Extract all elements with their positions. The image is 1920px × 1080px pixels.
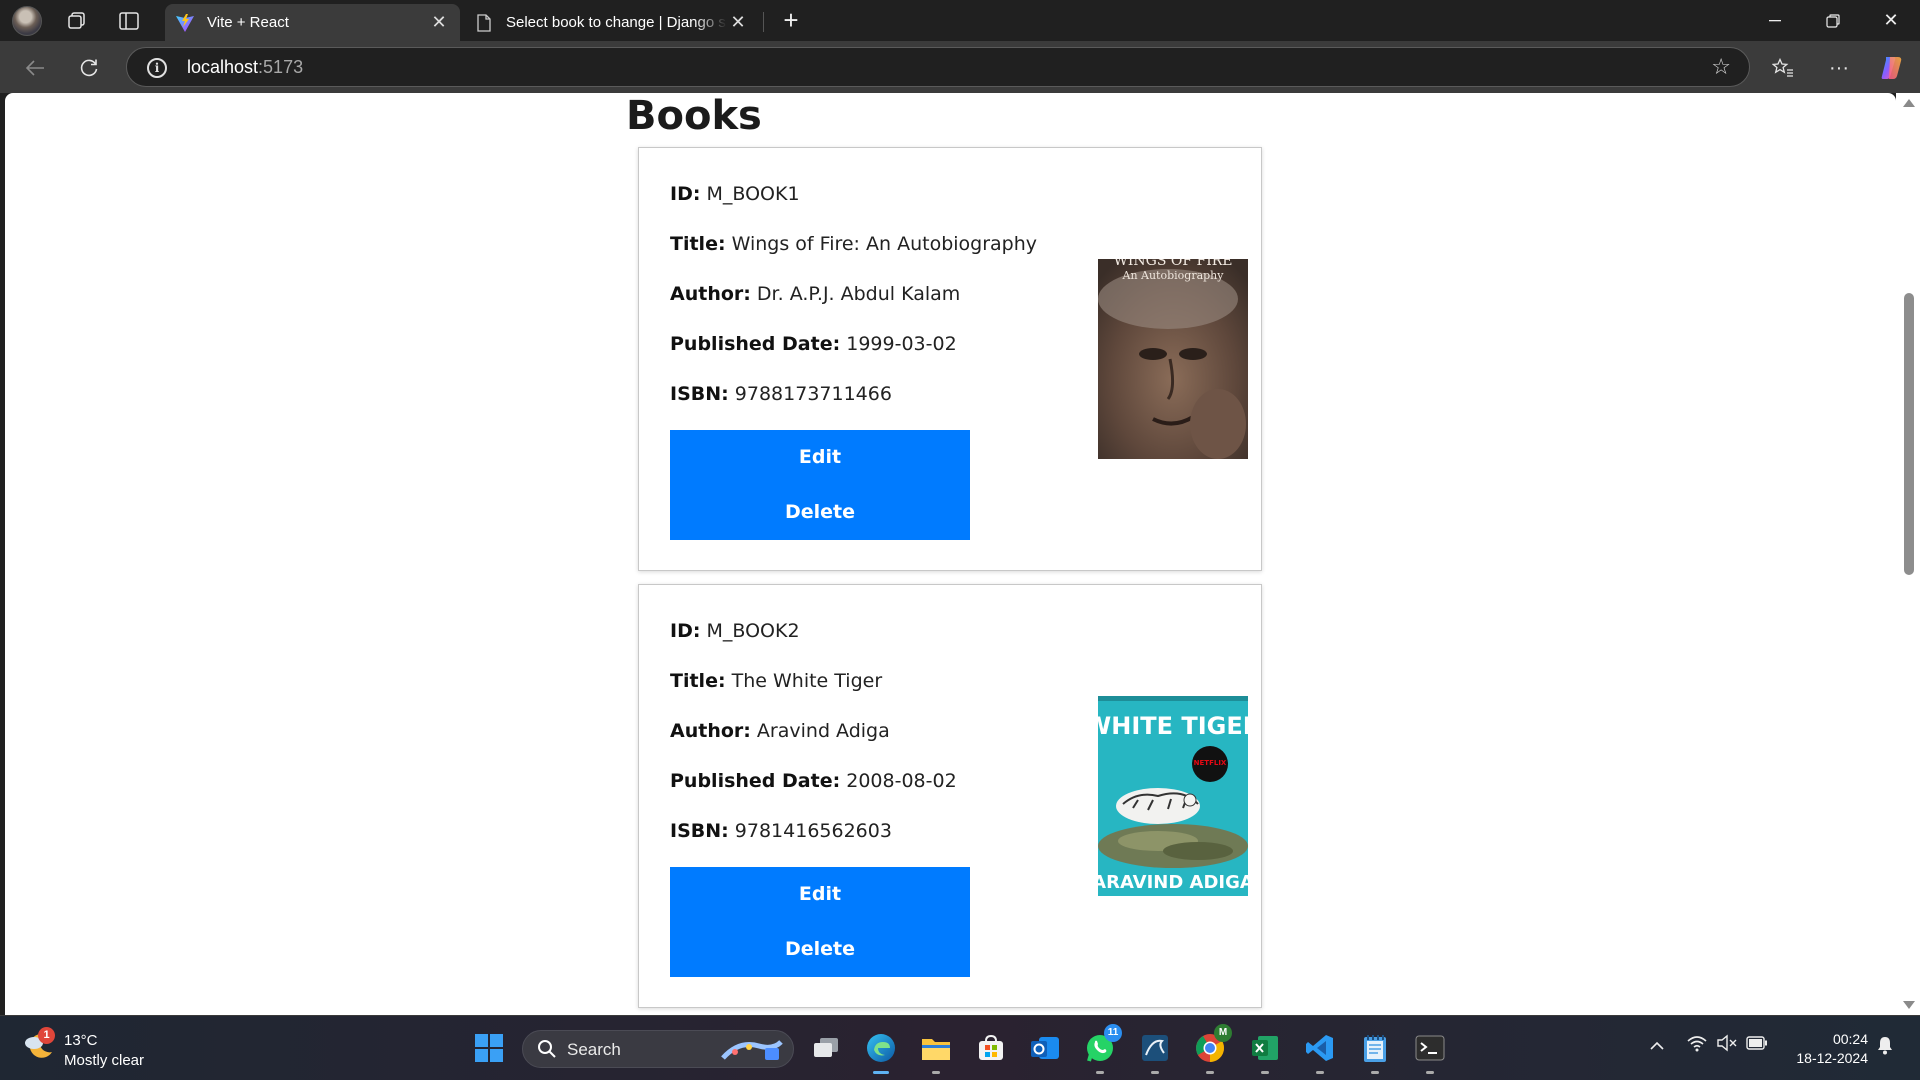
favorite-star-icon[interactable]: ☆ bbox=[1711, 54, 1731, 80]
clock-date: 18-12-2024 bbox=[1796, 1050, 1868, 1066]
microsoft-store-icon[interactable] bbox=[971, 1028, 1011, 1068]
workspaces-icon[interactable] bbox=[61, 6, 93, 36]
minimize-button[interactable] bbox=[1746, 0, 1804, 41]
chrome-profile-badge: M bbox=[1214, 1024, 1232, 1042]
close-tab-icon[interactable]: ✕ bbox=[727, 12, 749, 33]
url-text: localhost:5173 bbox=[187, 57, 304, 77]
whatsapp-icon[interactable]: 11 bbox=[1080, 1024, 1122, 1074]
book-title: Title: The White Tiger bbox=[670, 670, 883, 692]
book-isbn: ISBN: 9788173711466 bbox=[670, 383, 892, 405]
address-bar[interactable]: i localhost:5173 ☆ bbox=[126, 47, 1750, 87]
tab-label: Vite + React bbox=[207, 14, 289, 31]
page-title: Books bbox=[626, 93, 762, 139]
book-actions: Edit Delete bbox=[670, 430, 970, 540]
netflix-badge-text: NETFLIX bbox=[1194, 759, 1227, 767]
book-cover-image: WHITE TIGER NETFLIX ARAVIND ADIGA bbox=[1098, 696, 1248, 896]
clock-time: 00:24 bbox=[1832, 1031, 1868, 1047]
cover-author-text: ARAVIND ADIGA bbox=[1098, 872, 1248, 893]
weather-description[interactable]: Mostly clear bbox=[64, 1052, 144, 1069]
vscode-icon[interactable] bbox=[1300, 1028, 1340, 1074]
taskbar-search-box[interactable]: Search bbox=[522, 1030, 794, 1068]
close-tab-icon[interactable]: ✕ bbox=[428, 12, 450, 33]
close-window-button[interactable]: ✕ bbox=[1862, 0, 1920, 41]
terminal-icon[interactable] bbox=[1410, 1028, 1450, 1074]
chrome-icon[interactable]: M bbox=[1190, 1024, 1232, 1074]
tab-label: Select book to change | Django si bbox=[506, 14, 727, 31]
outlook-icon[interactable] bbox=[1025, 1028, 1065, 1068]
site-info-icon[interactable]: i bbox=[147, 58, 167, 78]
book-author: Author: Dr. A.P.J. Abdul Kalam bbox=[670, 283, 961, 305]
new-tab-button[interactable]: + bbox=[776, 6, 806, 36]
system-clock[interactable]: 00:24 18-12-2024 bbox=[1796, 1030, 1868, 1068]
book-isbn: ISBN: 9781416562603 bbox=[670, 820, 892, 842]
notifications-bell-icon[interactable] bbox=[1876, 1035, 1894, 1060]
copilot-icon[interactable] bbox=[1875, 51, 1909, 85]
more-options-icon[interactable]: ··· bbox=[1822, 51, 1856, 85]
edit-button[interactable]: Edit bbox=[670, 867, 970, 922]
mysql-workbench-icon[interactable] bbox=[1135, 1028, 1175, 1074]
tab-vite-react[interactable]: Vite + React ✕ bbox=[165, 4, 460, 41]
taskbar: 1 13°C Mostly clear Search 11 M 00:24 18… bbox=[0, 1015, 1920, 1080]
favorites-icon[interactable] bbox=[1766, 51, 1800, 85]
book-id: ID: M_BOOK2 bbox=[670, 620, 800, 642]
tab-django-admin[interactable]: Select book to change | Django si ✕ bbox=[464, 4, 759, 41]
weather-temperature[interactable]: 13°C bbox=[64, 1032, 98, 1049]
show-hidden-icons-chevron-icon[interactable] bbox=[1650, 1036, 1664, 1056]
notepad-icon[interactable] bbox=[1355, 1028, 1395, 1074]
cover-title-text: WINGS OF FIRE bbox=[1113, 259, 1232, 269]
book-id: ID: M_BOOK1 bbox=[670, 183, 800, 205]
book-actions: Edit Delete bbox=[670, 867, 970, 977]
file-explorer-icon[interactable] bbox=[916, 1028, 956, 1074]
whatsapp-badge: 11 bbox=[1104, 1024, 1122, 1042]
excel-icon[interactable] bbox=[1245, 1028, 1285, 1074]
restore-button[interactable] bbox=[1804, 0, 1862, 41]
volume-muted-icon[interactable] bbox=[1716, 1034, 1738, 1057]
search-icon bbox=[537, 1039, 557, 1064]
task-view-icon[interactable] bbox=[806, 1028, 846, 1068]
vertical-tabs-icon[interactable] bbox=[113, 6, 145, 36]
vite-logo-icon bbox=[175, 13, 195, 33]
battery-icon[interactable] bbox=[1746, 1035, 1768, 1055]
browser-title-bar: Vite + React ✕ Select book to change | D… bbox=[0, 0, 1920, 41]
wifi-icon[interactable] bbox=[1686, 1034, 1708, 1057]
refresh-icon[interactable] bbox=[72, 51, 106, 85]
browser-toolbar: i localhost:5173 ☆ ··· bbox=[0, 41, 1920, 93]
weather-badge: 1 bbox=[38, 1027, 55, 1044]
profile-avatar[interactable] bbox=[11, 6, 43, 36]
scroll-up-arrow-icon[interactable] bbox=[1903, 99, 1915, 107]
edge-browser-icon[interactable] bbox=[861, 1028, 901, 1074]
book-published-date: Published Date: 1999-03-02 bbox=[670, 333, 957, 355]
edit-button[interactable]: Edit bbox=[670, 430, 970, 485]
book-card: ID: M_BOOK2 Title: The White Tiger Autho… bbox=[638, 584, 1262, 1008]
book-published-date: Published Date: 2008-08-02 bbox=[670, 770, 957, 792]
start-windows-icon[interactable] bbox=[469, 1028, 509, 1068]
delete-button[interactable]: Delete bbox=[670, 922, 970, 977]
cover-title-text: WHITE TIGER bbox=[1098, 712, 1248, 740]
cover-subtitle-text: An Autobiography bbox=[1122, 269, 1225, 282]
page-scrollbar[interactable] bbox=[1896, 93, 1920, 1015]
scrollbar-thumb[interactable] bbox=[1904, 293, 1914, 575]
book-card: ID: M_BOOK1 Title: Wings of Fire: An Aut… bbox=[638, 147, 1262, 571]
book-cover-image: WINGS OF FIRE An Autobiography bbox=[1098, 259, 1248, 459]
book-author: Author: Aravind Adiga bbox=[670, 720, 890, 742]
book-title: Title: Wings of Fire: An Autobiography bbox=[670, 233, 1038, 255]
page-viewport: Books ID: M_BOOK1 Title: Wings of Fire: … bbox=[5, 93, 1896, 1015]
tab-separator bbox=[763, 12, 764, 32]
scroll-down-arrow-icon[interactable] bbox=[1903, 1001, 1915, 1009]
search-highlight-icon bbox=[719, 1036, 785, 1069]
page-icon bbox=[474, 13, 494, 33]
delete-button[interactable]: Delete bbox=[670, 485, 970, 540]
back-icon[interactable] bbox=[18, 51, 52, 85]
